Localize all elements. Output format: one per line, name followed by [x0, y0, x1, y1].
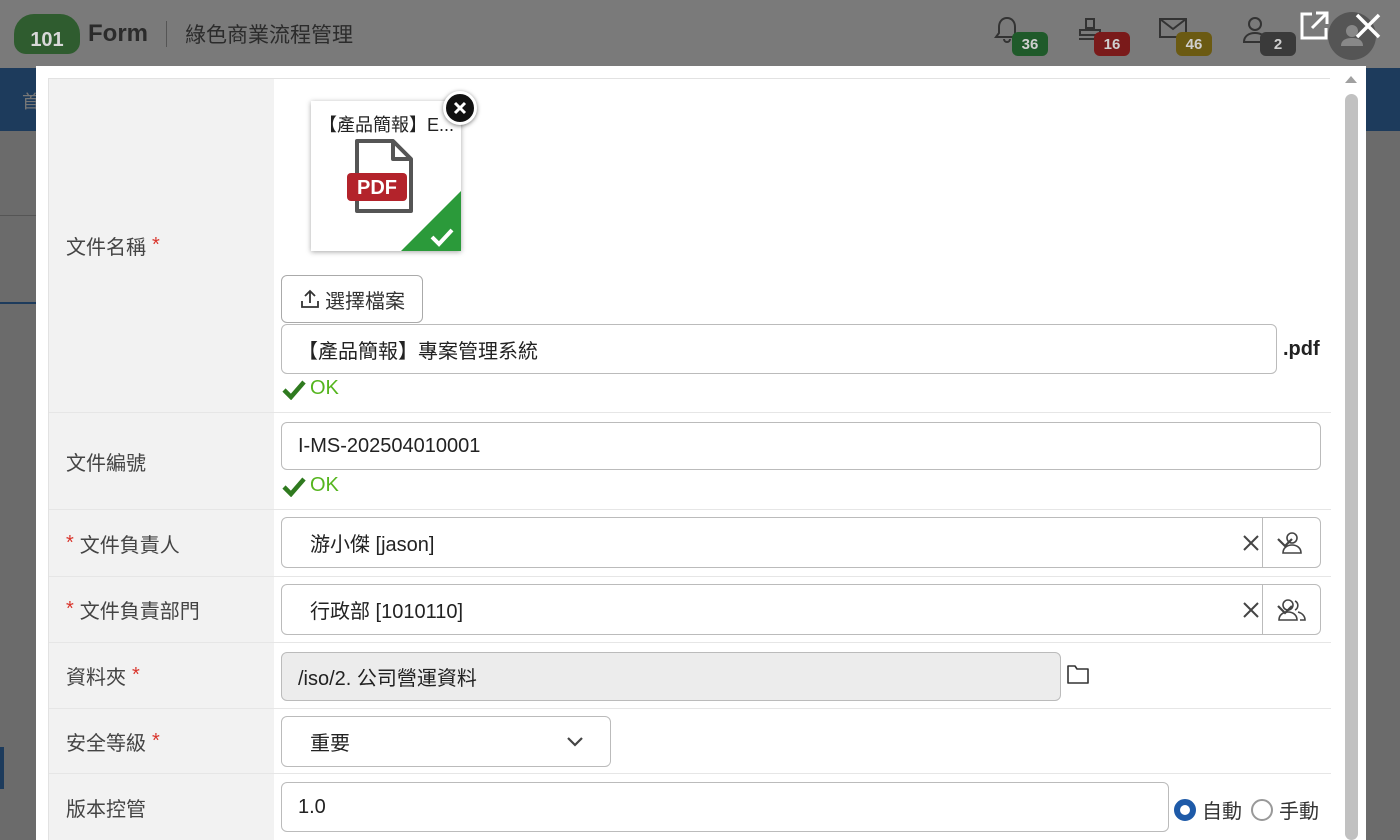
scrollbar-thumb[interactable] [1345, 94, 1358, 840]
owner-dept-row: * 文件負責部門 行政部 [1010110] [49, 577, 1331, 643]
radio-unselected-indicator [1251, 798, 1273, 821]
version-manual-label: 手動 [1279, 801, 1319, 823]
sidebar-divider [0, 215, 40, 216]
file-thumbnail-title: 【產品簡報】E... [319, 115, 455, 135]
notifications-button[interactable]: 36 [994, 16, 1048, 60]
owner-value: 游小傑 [jason] [310, 534, 435, 556]
owner-dept-content: 行政部 [1010110] [274, 577, 1331, 642]
check-icon [430, 228, 454, 247]
doc-number-row: 文件編號 I-MS-202504010001 OK [49, 413, 1331, 510]
file-name-label-text: 文件名稱 [66, 237, 146, 259]
user-icon [1281, 531, 1302, 554]
form-table: 文件名稱 * 【產品簡報】E... PDF 選擇檔案 【產品簡報】專案管理系統 … [48, 78, 1331, 840]
security-content: 重要 [274, 709, 1331, 773]
security-value: 重要 [310, 733, 350, 755]
app-logo[interactable]: 101 Form 綠色商業流程管理 [14, 14, 353, 54]
sidebar-active-marker [0, 747, 4, 789]
owner-dept-label-text: 文件負責部門 [79, 601, 200, 623]
version-auto-radio[interactable]: 自動 [1174, 795, 1242, 824]
owner-select[interactable]: 游小傑 [jason] [281, 517, 1321, 568]
contacts-button[interactable]: 2 [1242, 16, 1296, 60]
approvals-badge: 16 [1094, 32, 1130, 56]
owner-content: 游小傑 [jason] [274, 510, 1331, 576]
approvals-button[interactable]: 16 [1076, 16, 1130, 60]
file-thumbnail[interactable]: 【產品簡報】E... PDF [311, 101, 461, 251]
doc-number-status: OK [282, 474, 339, 497]
doc-number-content: I-MS-202504010001 OK [274, 413, 1331, 509]
owner-dept-value: 行政部 [1010110] [310, 601, 464, 623]
ok-check-icon [282, 477, 306, 497]
document-form-dialog: 文件名稱 * 【產品簡報】E... PDF 選擇檔案 【產品簡報】專案管理系統 … [36, 66, 1366, 840]
version-label-text: 版本控管 [66, 799, 146, 821]
folder-label-text: 資料夾 [66, 667, 126, 689]
owner-label-text: 文件負責人 [79, 534, 180, 557]
scroll-up-arrow-icon[interactable] [1343, 72, 1359, 86]
pick-department-button[interactable] [1262, 585, 1320, 634]
close-dialog-icon[interactable] [1352, 10, 1384, 42]
folder-icon[interactable] [1066, 663, 1090, 685]
open-external-icon[interactable] [1298, 10, 1330, 42]
logo-divider [166, 21, 167, 47]
remove-file-button[interactable] [443, 91, 477, 125]
close-icon [453, 101, 467, 115]
file-name-status: OK [282, 377, 339, 400]
version-label: 版本控管 [49, 774, 274, 840]
doc-number-label: 文件編號 [49, 413, 274, 509]
logo-cloud: 101 [14, 14, 80, 54]
messages-button[interactable]: 46 [1158, 16, 1212, 60]
owner-dept-select[interactable]: 行政部 [1010110] [281, 584, 1321, 635]
doc-number-status-text: OK [310, 474, 339, 496]
clear-icon[interactable] [1242, 534, 1260, 552]
ok-check-icon [282, 380, 306, 400]
messages-badge: 46 [1176, 32, 1212, 56]
sidebar-background [0, 131, 40, 840]
clear-icon[interactable] [1242, 601, 1260, 619]
required-mark: * [132, 664, 140, 686]
pdf-type-label: PDF [357, 177, 397, 199]
app-header: 101 Form 綠色商業流程管理 36 16 46 2 [0, 0, 1400, 68]
folder-input: /iso/2. 公司營運資料 [281, 652, 1061, 701]
choose-file-button[interactable]: 選擇檔案 [281, 275, 423, 323]
choose-file-label: 選擇檔案 [325, 290, 405, 313]
users-icon [1277, 598, 1306, 621]
owner-dept-label: * 文件負責部門 [49, 577, 274, 642]
file-name-row: 文件名稱 * 【產品簡報】E... PDF 選擇檔案 【產品簡報】專案管理系統 … [49, 79, 1331, 413]
file-extension: .pdf [1283, 338, 1320, 360]
required-mark: * [66, 598, 74, 620]
doc-number-input[interactable]: I-MS-202504010001 [281, 422, 1321, 470]
upload-icon [301, 289, 319, 308]
security-row: 安全等級 * 重要 [49, 709, 1331, 774]
security-label-text: 安全等級 [66, 732, 146, 755]
owner-label: * 文件負責人 [49, 510, 274, 576]
version-input[interactable]: 1.0 [281, 782, 1169, 832]
contacts-badge: 2 [1260, 32, 1296, 56]
folder-label: 資料夾 * [49, 643, 274, 708]
version-row: 版本控管 1.0 自動 手動 [49, 774, 1331, 840]
file-name-status-text: OK [310, 377, 339, 399]
folder-content: /iso/2. 公司營運資料 [274, 643, 1331, 708]
pick-user-button[interactable] [1262, 518, 1320, 567]
file-name-input[interactable]: 【產品簡報】專案管理系統 [281, 324, 1277, 374]
security-select[interactable]: 重要 [281, 716, 611, 767]
version-content: 1.0 自動 手動 [274, 774, 1331, 840]
radio-selected-indicator [1174, 798, 1196, 821]
required-mark: * [152, 234, 160, 256]
file-name-content: 【產品簡報】E... PDF 選擇檔案 【產品簡報】專案管理系統 .pdf OK [274, 79, 1331, 412]
version-auto-label: 自動 [1202, 801, 1242, 823]
owner-row: * 文件負責人 游小傑 [jason] [49, 510, 1331, 577]
sidebar-active-tab-line [0, 302, 40, 304]
doc-number-label-text: 文件編號 [66, 452, 146, 475]
chevron-down-icon[interactable] [566, 736, 584, 748]
file-name-label: 文件名稱 * [49, 79, 274, 412]
required-mark: * [66, 531, 74, 554]
security-label: 安全等級 * [49, 709, 274, 773]
required-mark: * [152, 729, 160, 752]
folder-row: 資料夾 * /iso/2. 公司營運資料 [49, 643, 1331, 709]
notifications-badge: 36 [1012, 32, 1048, 56]
app-subtitle: 綠色商業流程管理 [185, 24, 353, 47]
version-manual-radio[interactable]: 手動 [1251, 795, 1319, 824]
logo-word: Form [88, 20, 148, 47]
